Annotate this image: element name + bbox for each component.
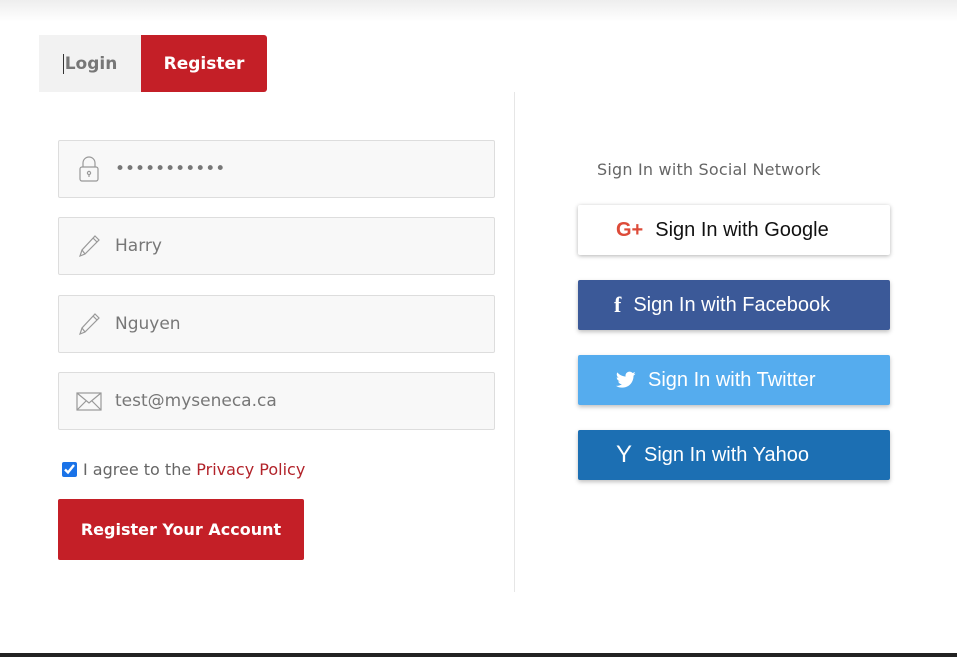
column-divider [514, 92, 515, 592]
envelope-icon [75, 387, 103, 415]
tab-login[interactable]: Login [39, 35, 141, 92]
email-input[interactable] [115, 373, 485, 429]
password-field[interactable] [58, 140, 495, 198]
twitter-sign-in-label: Sign In with Twitter [648, 368, 816, 391]
facebook-sign-in-label: Sign In with Facebook [633, 293, 831, 316]
pencil-icon [75, 310, 103, 338]
last-name-field[interactable] [58, 295, 495, 353]
tab-register-label: Register [163, 53, 245, 74]
password-input[interactable] [115, 141, 485, 197]
agree-text: I agree to the [83, 459, 192, 479]
text-cursor [62, 53, 64, 74]
google-plus-icon: G+ [616, 218, 644, 241]
pencil-icon [75, 232, 103, 260]
yahoo-sign-in-label: Sign In with Yahoo [644, 443, 809, 466]
agree-checkbox[interactable] [62, 461, 77, 477]
register-account-button[interactable]: Register Your Account [58, 499, 304, 560]
social-title: Sign In with Social Network [597, 160, 821, 179]
twitter-sign-in-button[interactable]: Sign In with Twitter [578, 355, 890, 405]
privacy-policy-link[interactable]: Privacy Policy [196, 460, 305, 479]
google-sign-in-label: Sign In with Google [655, 218, 829, 241]
last-name-input[interactable] [115, 296, 485, 352]
google-sign-in-button[interactable]: G+ Sign In with Google [578, 205, 890, 255]
facebook-icon: f [614, 292, 622, 317]
tab-register[interactable]: Register [141, 35, 267, 92]
top-shade [0, 0, 957, 22]
first-name-field[interactable] [58, 217, 495, 275]
tab-login-label: Login [64, 53, 118, 74]
yahoo-icon: Y [616, 441, 633, 468]
facebook-sign-in-button[interactable]: f Sign In with Facebook [578, 280, 890, 330]
twitter-icon [616, 371, 636, 389]
first-name-input[interactable] [115, 218, 485, 274]
yahoo-sign-in-button[interactable]: Y Sign In with Yahoo [578, 430, 890, 480]
lock-icon [75, 155, 103, 183]
bottom-bar [0, 653, 957, 657]
email-field[interactable] [58, 372, 495, 430]
agree-row: I agree to the Privacy Policy [62, 457, 305, 481]
